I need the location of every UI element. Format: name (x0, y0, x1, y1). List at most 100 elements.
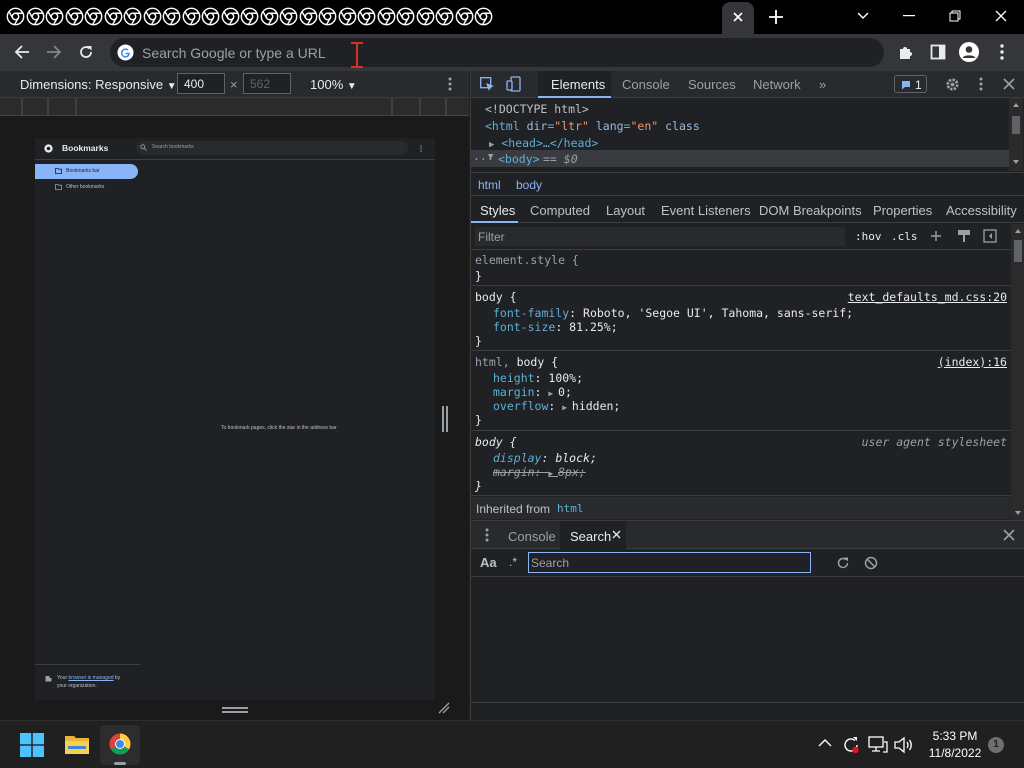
file-explorer-icon[interactable] (64, 733, 90, 755)
rule-element-style[interactable]: element.style { } (471, 250, 1011, 286)
prop-name[interactable]: font-size (493, 320, 555, 334)
regex-toggle[interactable]: .* (509, 555, 517, 569)
viewport-resize-handle-bottom[interactable] (222, 707, 248, 713)
profile-avatar-icon[interactable] (957, 40, 981, 64)
expand-arrow-icon[interactable]: ▶ (562, 403, 572, 412)
managed-link[interactable]: browser is managed (69, 675, 114, 681)
subtab-layout[interactable]: Layout (606, 203, 645, 218)
tab-console[interactable]: Console (622, 77, 670, 92)
tab-network[interactable]: Network (753, 77, 801, 92)
sync-alert-icon[interactable] (842, 736, 860, 754)
prop-value[interactable]: 81.25%; (569, 320, 617, 334)
tab-favicon-chrome-icon[interactable] (26, 7, 45, 26)
prop-value[interactable]: hidden; (572, 399, 620, 413)
expand-arrow-icon[interactable]: ▼ (488, 152, 493, 162)
rule-html-body[interactable]: html, body { (index):16 height: 100%; ma… (471, 352, 1011, 431)
clear-icon[interactable] (864, 556, 878, 570)
prop-value[interactable]: Roboto, 'Segoe UI', Tahoma, sans-serif; (583, 306, 853, 320)
settings-gear-icon[interactable] (945, 77, 960, 92)
tab-favicon-chrome-icon[interactable] (260, 7, 279, 26)
network-icon[interactable] (868, 736, 888, 754)
new-tab-button[interactable] (768, 9, 784, 25)
close-tab-icon[interactable] (731, 10, 745, 24)
drawer-menu-icon[interactable] (485, 528, 489, 542)
tab-favicon-chrome-icon[interactable] (279, 7, 298, 26)
bookmarks-menu-icon[interactable] (420, 145, 422, 152)
cls-toggle[interactable]: .cls (891, 230, 918, 243)
hov-toggle[interactable]: :hov (855, 230, 882, 243)
tab-search-button[interactable] (840, 0, 886, 32)
dom-tree-scrollbar[interactable] (1009, 98, 1023, 171)
close-devtools-icon[interactable] (1003, 78, 1015, 90)
dimensions-select[interactable]: Dimensions: Responsive ▼ (20, 77, 177, 92)
side-panel-icon[interactable] (926, 40, 950, 64)
prop-name[interactable]: margin (493, 385, 535, 399)
styles-scrollbar[interactable] (1011, 224, 1024, 520)
tab-favicon-chrome-icon[interactable] (396, 7, 415, 26)
omnibox[interactable]: Search Google or type a URL (110, 38, 884, 68)
dom-html-node[interactable]: <html dir="ltr" lang="en" class (485, 119, 700, 133)
tab-favicon-chrome-icon[interactable] (162, 7, 181, 26)
subtab-accessibility[interactable]: Accessibility (946, 203, 1017, 218)
match-case-toggle[interactable]: Aa (480, 555, 497, 570)
rule-source-link[interactable]: text_defaults_md.css:20 (848, 290, 1007, 304)
zoom-select[interactable]: 100% ▼ (310, 77, 357, 92)
prop-name[interactable]: height (493, 371, 535, 385)
dom-doctype[interactable]: <!DOCTYPE html> (485, 102, 589, 116)
tab-favicon-chrome-icon[interactable] (338, 7, 357, 26)
tab-favicon-chrome-icon[interactable] (84, 7, 103, 26)
folder-other-bookmarks[interactable]: Other bookmarks (35, 180, 138, 195)
dom-head-node[interactable]: ▶ <head>…</head> (489, 136, 598, 150)
volume-icon[interactable] (893, 736, 913, 754)
tab-favicon-chrome-icon[interactable] (143, 7, 162, 26)
tab-favicon-chrome-icon[interactable] (123, 7, 142, 26)
drawer-tab-search[interactable]: Search (560, 521, 626, 549)
paint-brush-icon[interactable] (957, 229, 971, 243)
restore-button[interactable] (932, 0, 978, 32)
new-style-rule-icon[interactable] (930, 230, 942, 242)
width-input[interactable]: 400 (177, 73, 225, 94)
drawer-tab-console[interactable]: Console (508, 529, 556, 544)
tab-sources[interactable]: Sources (688, 77, 736, 92)
tab-favicon-chrome-icon[interactable] (221, 7, 240, 26)
prop-name[interactable]: font-family (493, 306, 569, 320)
rule-user-agent[interactable]: body { user agent stylesheet display: bl… (471, 432, 1011, 496)
tab-favicon-chrome-icon[interactable] (182, 7, 201, 26)
search-input[interactable]: Search (528, 552, 811, 573)
clock[interactable]: 5:33 PM 11/8/2022 (925, 729, 985, 760)
chevron-up-icon[interactable] (818, 739, 832, 747)
tab-favicon-chrome-icon[interactable] (299, 7, 318, 26)
active-tab[interactable] (722, 2, 754, 34)
refresh-icon[interactable] (836, 556, 850, 570)
prop-value[interactable]: 0; (558, 385, 572, 399)
device-toolbar-toggle-icon[interactable] (506, 76, 522, 92)
tab-favicon-chrome-icon[interactable] (6, 7, 25, 26)
forward-button[interactable] (42, 40, 66, 64)
viewport-resize-handle-right[interactable] (442, 406, 448, 432)
folder-bookmarks-bar[interactable]: Bookmarks bar (35, 164, 138, 179)
notification-badge[interactable]: 1 (988, 737, 1004, 753)
tab-favicon-chrome-icon[interactable] (65, 7, 84, 26)
dom-body-node-selected[interactable]: ··· ▼ <body> == $0 (471, 150, 1009, 167)
expand-arrow-icon[interactable]: ▶ (548, 389, 558, 398)
close-window-button[interactable] (978, 0, 1024, 32)
toggle-sidebar-icon[interactable] (983, 229, 997, 243)
rule-source-link[interactable]: (index):16 (938, 355, 1007, 369)
tab-favicon-chrome-icon[interactable] (318, 7, 337, 26)
prop-name[interactable]: overflow (493, 399, 548, 413)
expand-arrow-icon[interactable]: ▶ (489, 140, 494, 150)
tab-favicon-chrome-icon[interactable] (45, 7, 64, 26)
devtools-menu-icon[interactable] (979, 77, 983, 91)
issues-badge[interactable]: 1 (894, 75, 927, 93)
tab-favicon-chrome-icon[interactable] (474, 7, 493, 26)
windows-start-icon[interactable] (20, 733, 44, 757)
bookmarks-search[interactable]: Search bookmarks (136, 141, 408, 155)
styles-filter-input[interactable]: Filter (475, 227, 845, 246)
device-toolbar-menu-icon[interactable] (448, 77, 452, 91)
tab-favicon-chrome-icon[interactable] (455, 7, 474, 26)
subtab-properties[interactable]: Properties (873, 203, 932, 218)
subtab-computed[interactable]: Computed (530, 203, 590, 218)
minimize-button[interactable] (886, 0, 932, 32)
rule-body-defaults[interactable]: body { text_defaults_md.css:20 font-fami… (471, 287, 1011, 351)
tab-favicon-chrome-icon[interactable] (240, 7, 259, 26)
